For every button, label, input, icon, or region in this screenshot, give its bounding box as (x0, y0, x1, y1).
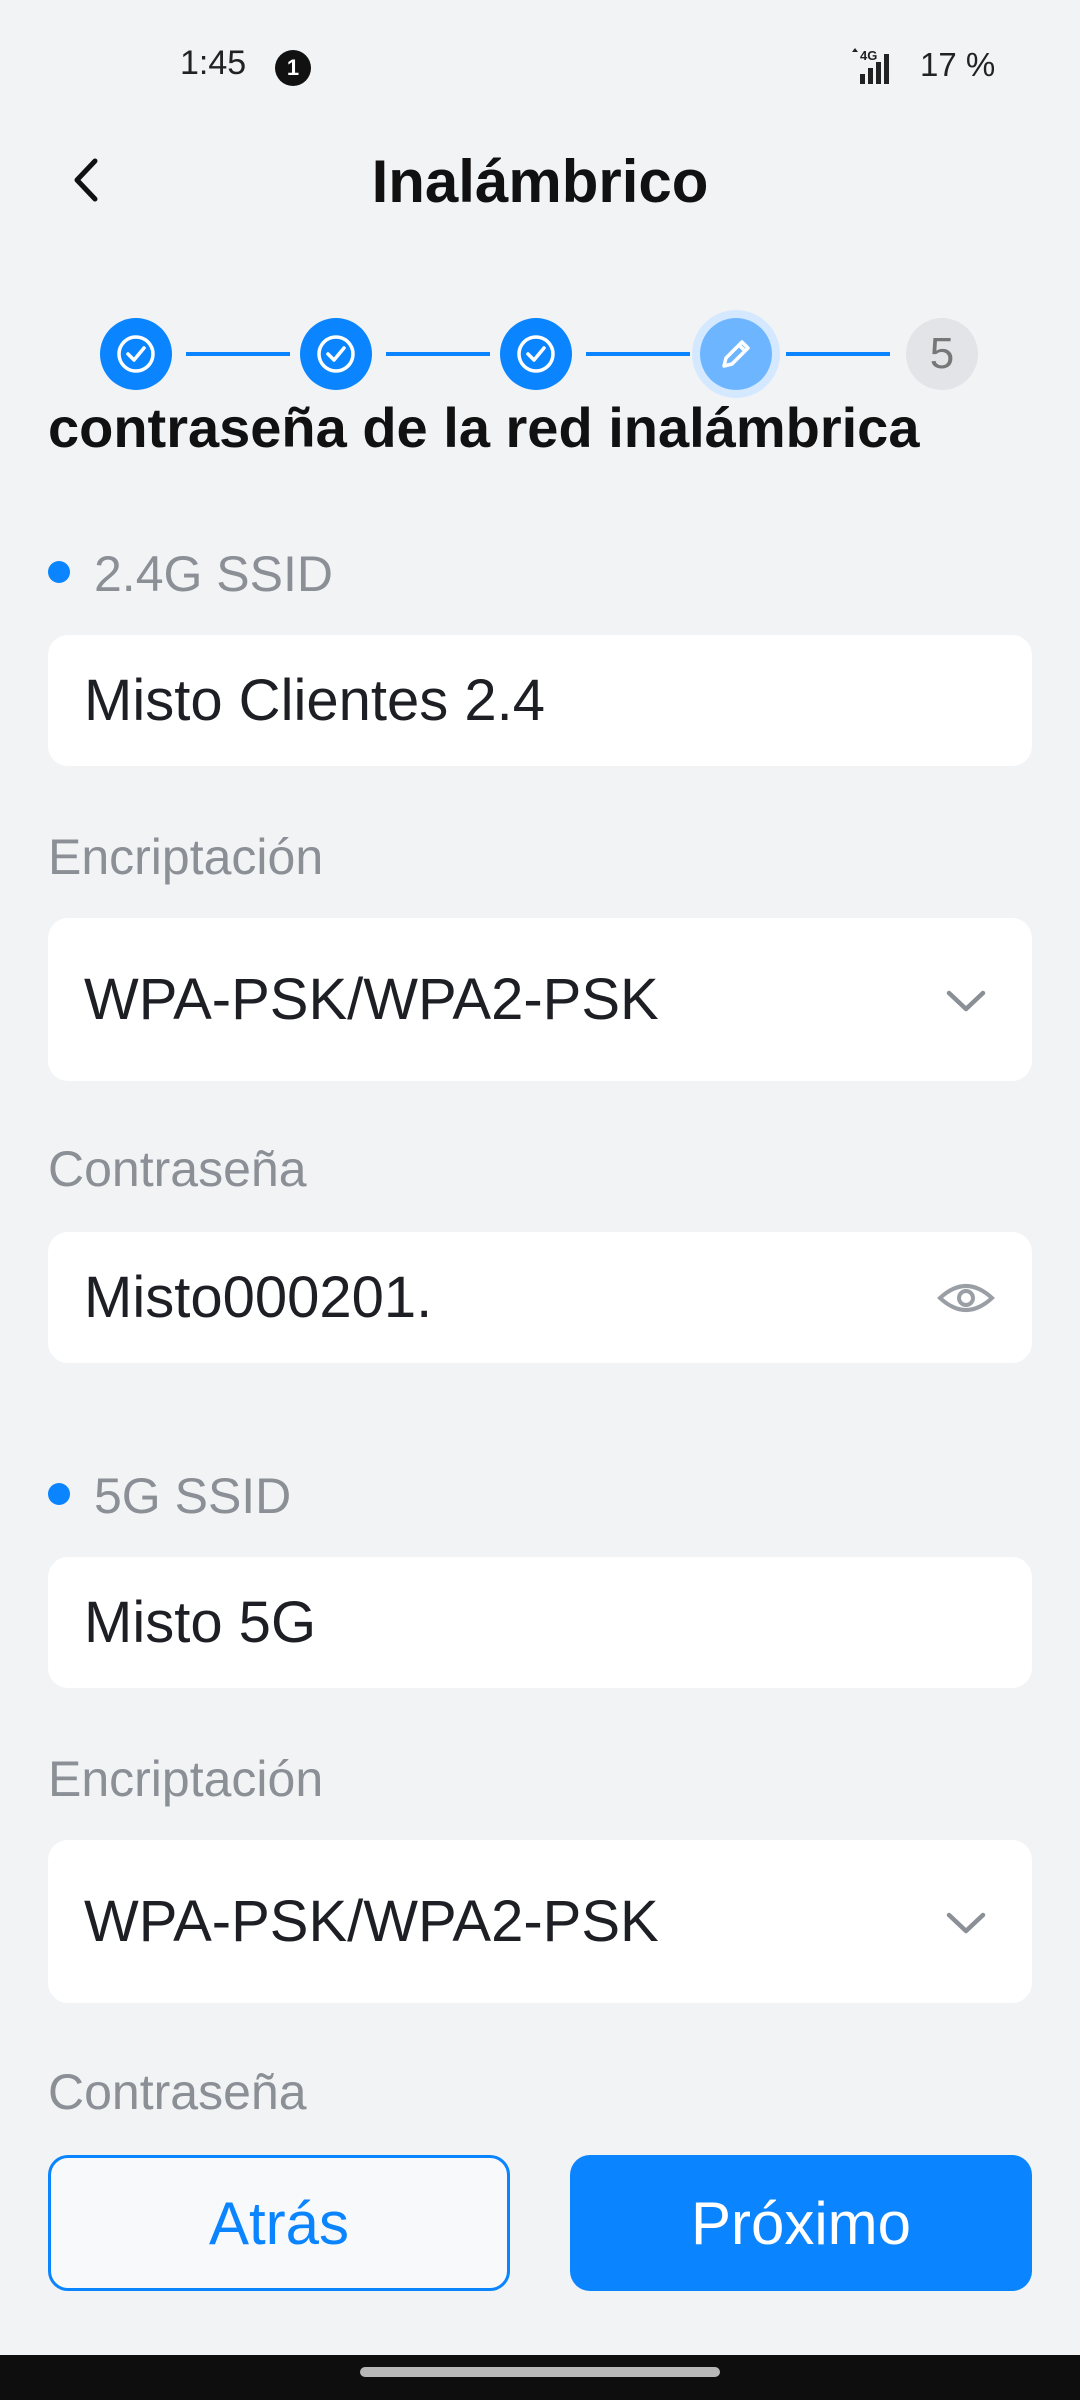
home-indicator[interactable] (360, 2367, 720, 2377)
encryption-24-select[interactable]: WPA-PSK/WPA2-PSK (48, 918, 1032, 1081)
pencil-icon (722, 340, 750, 368)
status-bar: 1:45 1 4G 17 % (0, 0, 1080, 135)
step-connector (586, 352, 690, 356)
step-4-current (700, 318, 772, 390)
required-dot (48, 1482, 70, 1505)
step-connector (186, 352, 290, 356)
chevron-down-icon (936, 1892, 996, 1952)
encryption-24-value: WPA-PSK/WPA2-PSK (84, 967, 659, 1032)
step-connector (386, 352, 490, 356)
back-arrow-icon (74, 158, 98, 202)
password-24-value: Misto000201. (84, 1265, 433, 1330)
signal-icon: 4G (852, 48, 889, 84)
password-5-label: Contraseña (48, 2064, 307, 2120)
password-24-label: Contraseña (48, 1141, 307, 1197)
bottom-action-bar: Atrás Próximo (0, 2140, 1080, 2355)
encryption-24-label: Encriptación (48, 829, 324, 885)
ssid-5-label: 5G SSID (48, 1467, 291, 1525)
encryption-5-value: WPA-PSK/WPA2-PSK (84, 1889, 659, 1954)
page-title: Inalámbrico (371, 148, 709, 215)
step-5-pending: 5 (906, 318, 978, 390)
encryption-5-select[interactable]: WPA-PSK/WPA2-PSK (48, 1840, 1032, 2003)
top-app-bar: Inalámbrico (0, 135, 1080, 225)
encryption-5-label: Encriptación (48, 1751, 324, 1807)
system-navigation-bar (0, 2355, 1080, 2400)
network-type-label: 4G (860, 48, 877, 63)
section-title: contraseña de la red inalámbrica (48, 396, 920, 459)
step-2-completed (300, 318, 372, 390)
ssid-24-value: Misto Clientes 2.4 (84, 668, 545, 733)
required-dot (48, 560, 70, 583)
step-connector (786, 352, 890, 356)
eye-icon[interactable] (936, 1268, 996, 1328)
ssid-5-value: Misto 5G (84, 1590, 317, 1655)
check-icon (117, 335, 155, 373)
check-icon (517, 335, 555, 373)
step-1-completed (100, 318, 172, 390)
check-icon (317, 335, 355, 373)
password-24-input[interactable]: Misto000201. (48, 1232, 1032, 1363)
ssid-24-label-text: 2.4G SSID (94, 546, 333, 602)
next-button[interactable]: Próximo (570, 2155, 1032, 2291)
chevron-down-icon (936, 970, 996, 1030)
ssid-24-input[interactable]: Misto Clientes 2.4 (48, 635, 1032, 766)
progress-stepper: 5 (100, 318, 980, 390)
back-button[interactable] (52, 145, 122, 215)
ssid-24-label: 2.4G SSID (48, 545, 333, 603)
step-3-completed (500, 318, 572, 390)
battery-level: 17 % (920, 46, 996, 83)
ssid-5-label-text: 5G SSID (94, 1468, 292, 1524)
status-time: 1:45 (180, 44, 247, 82)
notification-badge: 1 (275, 50, 311, 86)
ssid-5-input[interactable]: Misto 5G (48, 1557, 1032, 1688)
back-step-button[interactable]: Atrás (48, 2155, 510, 2291)
